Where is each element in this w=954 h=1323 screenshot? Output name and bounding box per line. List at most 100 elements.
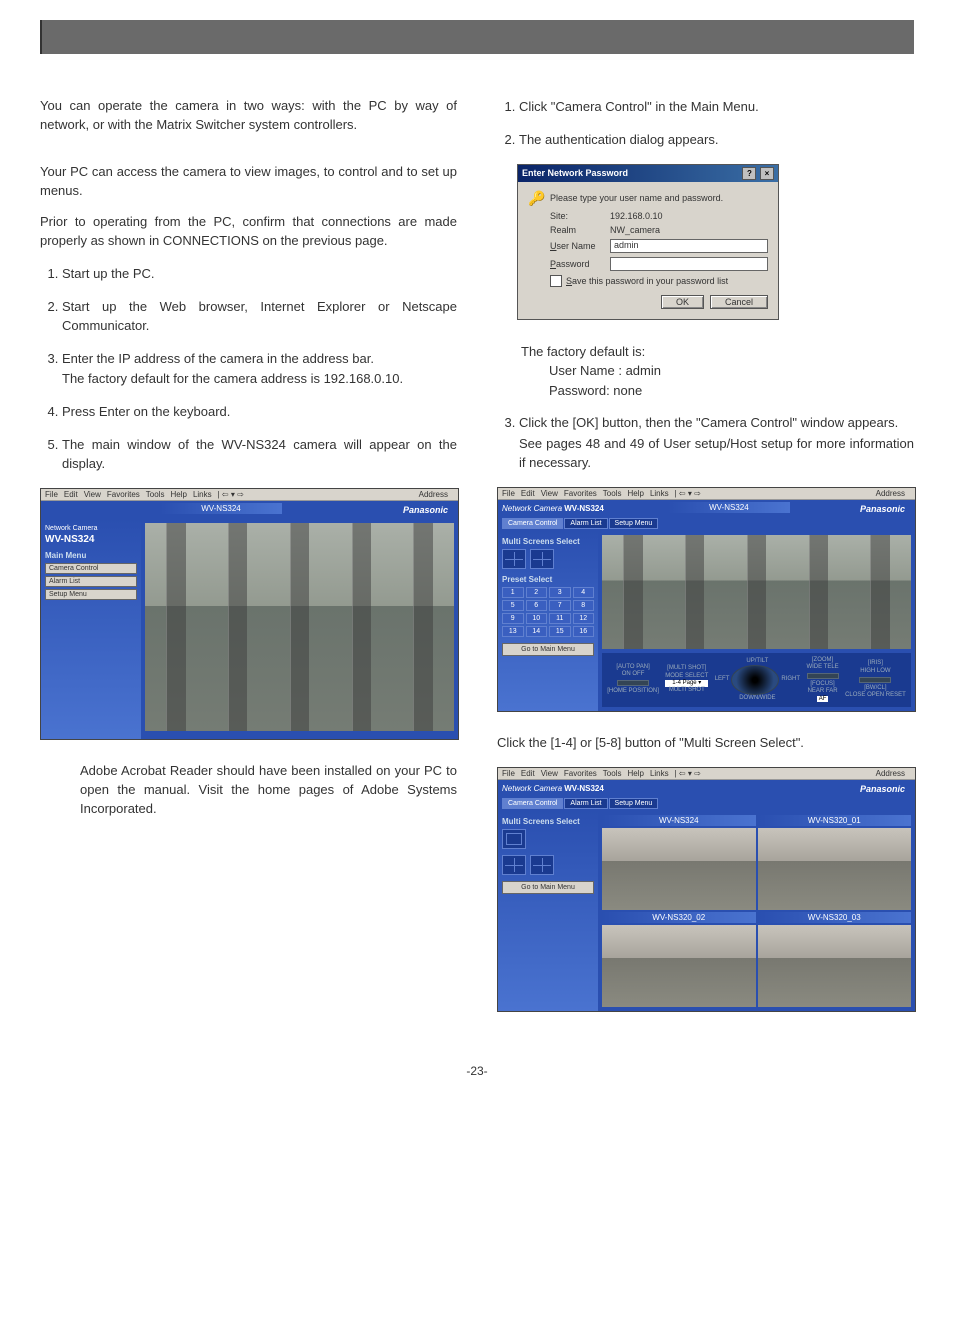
- multiscreen-single[interactable]: [502, 829, 526, 849]
- menu-edit[interactable]: Edit: [64, 490, 78, 499]
- quad-view: [602, 925, 756, 1007]
- preset-btn[interactable]: 3: [549, 587, 571, 598]
- home-position-label[interactable]: [HOME POSITION]: [607, 688, 659, 695]
- password-input[interactable]: [610, 257, 768, 271]
- quad-view: [758, 925, 912, 1007]
- preset-btn[interactable]: 1: [502, 587, 524, 598]
- header-bar: [40, 20, 914, 54]
- preset-btn[interactable]: 13: [502, 626, 524, 637]
- menu-favorites[interactable]: Favorites: [107, 490, 140, 499]
- menu-links[interactable]: Links: [193, 490, 212, 499]
- preset-btn[interactable]: 5: [502, 600, 524, 611]
- tab-setup-menu[interactable]: Setup Menu: [609, 518, 659, 529]
- factory-head: The factory default is:: [521, 342, 914, 362]
- zoom-buttons[interactable]: WIDE TELE: [806, 664, 838, 671]
- go-main-menu-button[interactable]: Go to Main Menu: [502, 643, 594, 656]
- rstep-3-text: Click the [OK] button, then the "Camera …: [519, 415, 898, 430]
- logo: Network Camera: [502, 504, 562, 513]
- browser-menu-bar: File Edit View Favorites Tools Help Link…: [498, 488, 915, 500]
- mode-select-label: MODE SELECT: [665, 673, 708, 680]
- preset-btn[interactable]: 6: [526, 600, 548, 611]
- camera-view: [145, 523, 454, 731]
- model: WV-NS324: [564, 504, 604, 513]
- quad-view: [602, 828, 756, 910]
- preset-btn[interactable]: 9: [502, 613, 524, 624]
- help-icon[interactable]: ?: [742, 167, 756, 180]
- multiscreen-title: Multi Screens Select: [502, 817, 594, 826]
- go-main-menu-button[interactable]: Go to Main Menu: [502, 881, 594, 894]
- save-password-checkbox[interactable]: [550, 275, 562, 287]
- tab-camera-control[interactable]: Camera Control: [502, 798, 563, 809]
- shot-dropdown[interactable]: 1-4 Page ▾: [665, 680, 708, 687]
- zoom-label: [ZOOM]: [806, 657, 838, 664]
- multiscreen-1-4[interactable]: [502, 855, 526, 875]
- sidebar-alarm-list[interactable]: Alarm List: [45, 576, 137, 587]
- menu-help[interactable]: Help: [170, 490, 186, 499]
- quad-label-2: WV-NS320_01: [758, 815, 912, 826]
- autopan-onoff[interactable]: ON OFF: [607, 671, 659, 678]
- iris-buttons[interactable]: HIGH LOW: [845, 668, 906, 675]
- factory-user: User Name : admin: [549, 361, 914, 381]
- brand-label: Panasonic: [397, 503, 454, 517]
- multishot-button[interactable]: MULTI SHOT: [665, 687, 708, 694]
- camera-view: [602, 535, 911, 649]
- multiscreen-1-4[interactable]: [502, 549, 526, 569]
- multiscreen-5-8[interactable]: [530, 549, 554, 569]
- username-label: User Name: [528, 241, 610, 251]
- step-3: Enter the IP address of the camera in th…: [62, 350, 457, 390]
- preset-btn[interactable]: 10: [526, 613, 548, 624]
- step-4: Press Enter on the keyboard.: [62, 403, 457, 422]
- slider[interactable]: [617, 680, 649, 686]
- sidebar-setup-menu[interactable]: Setup Menu: [45, 589, 137, 600]
- preset-grid: 1 2 3 4 5 6 7 8 9 10 11 12 13: [502, 587, 594, 637]
- username-input[interactable]: admin: [610, 239, 768, 253]
- menu-file[interactable]: File: [45, 490, 58, 499]
- preset-btn[interactable]: 15: [549, 626, 571, 637]
- multiscreen-title: Multi Screens Select: [502, 537, 594, 546]
- slider[interactable]: [859, 677, 891, 683]
- bw-label: [BW/CL]: [845, 685, 906, 692]
- up-label: UP/TILT: [715, 658, 800, 665]
- rstep-3: Click the [OK] button, then the "Camera …: [519, 414, 914, 473]
- sidebar-model: WV-NS324: [45, 534, 137, 545]
- tab-camera-control[interactable]: Camera Control: [502, 518, 563, 529]
- ptz-joystick[interactable]: [731, 665, 779, 695]
- preset-btn[interactable]: 8: [573, 600, 595, 611]
- focus-buttons[interactable]: NEAR FAR: [806, 688, 838, 695]
- preset-btn[interactable]: 16: [573, 626, 595, 637]
- preset-btn[interactable]: 7: [549, 600, 571, 611]
- tab-setup-menu[interactable]: Setup Menu: [609, 798, 659, 809]
- preset-btn[interactable]: 12: [573, 613, 595, 624]
- preset-btn[interactable]: 4: [573, 587, 595, 598]
- save-password-label: Save this password in your password list: [566, 276, 728, 286]
- browser-menu-bar: File Edit View Favorites Tools Help Link…: [41, 489, 458, 501]
- quad-view: [758, 828, 912, 910]
- bw-buttons[interactable]: CLOSE OPEN RESET: [845, 692, 906, 699]
- realm-value: NW_camera: [610, 225, 768, 235]
- menu-tools[interactable]: Tools: [146, 490, 165, 499]
- factory-pass: Password: none: [549, 381, 914, 401]
- preset-title: Preset Select: [502, 575, 594, 584]
- step-1: Start up the PC.: [62, 265, 457, 284]
- multiscreen-5-8[interactable]: [530, 855, 554, 875]
- page-number: -23-: [40, 1064, 914, 1078]
- figure-main-window: File Edit View Favorites Tools Help Link…: [40, 488, 457, 740]
- sidebar-mainmenu-title: Main Menu: [45, 551, 137, 560]
- close-icon[interactable]: ×: [760, 167, 774, 180]
- acrobat-note: Adobe Acrobat Reader should have been in…: [80, 762, 457, 819]
- preset-btn[interactable]: 2: [526, 587, 548, 598]
- menu-view[interactable]: View: [84, 490, 101, 499]
- address-label: Address: [419, 490, 448, 499]
- preset-btn[interactable]: 11: [549, 613, 571, 624]
- ok-button[interactable]: OK: [661, 295, 704, 309]
- tab-alarm-list[interactable]: Alarm List: [564, 518, 607, 529]
- preset-btn[interactable]: 14: [526, 626, 548, 637]
- tab-alarm-list[interactable]: Alarm List: [564, 798, 607, 809]
- sidebar-camera-control[interactable]: Camera Control: [45, 563, 137, 574]
- af-button[interactable]: AF: [817, 696, 829, 702]
- dialog-title: Enter Network Password: [522, 168, 628, 178]
- cancel-button[interactable]: Cancel: [710, 295, 768, 309]
- rstep-2: The authentication dialog appears.: [519, 131, 914, 150]
- autopan-label: [AUTO PAN]: [607, 664, 659, 671]
- slider[interactable]: [807, 673, 839, 679]
